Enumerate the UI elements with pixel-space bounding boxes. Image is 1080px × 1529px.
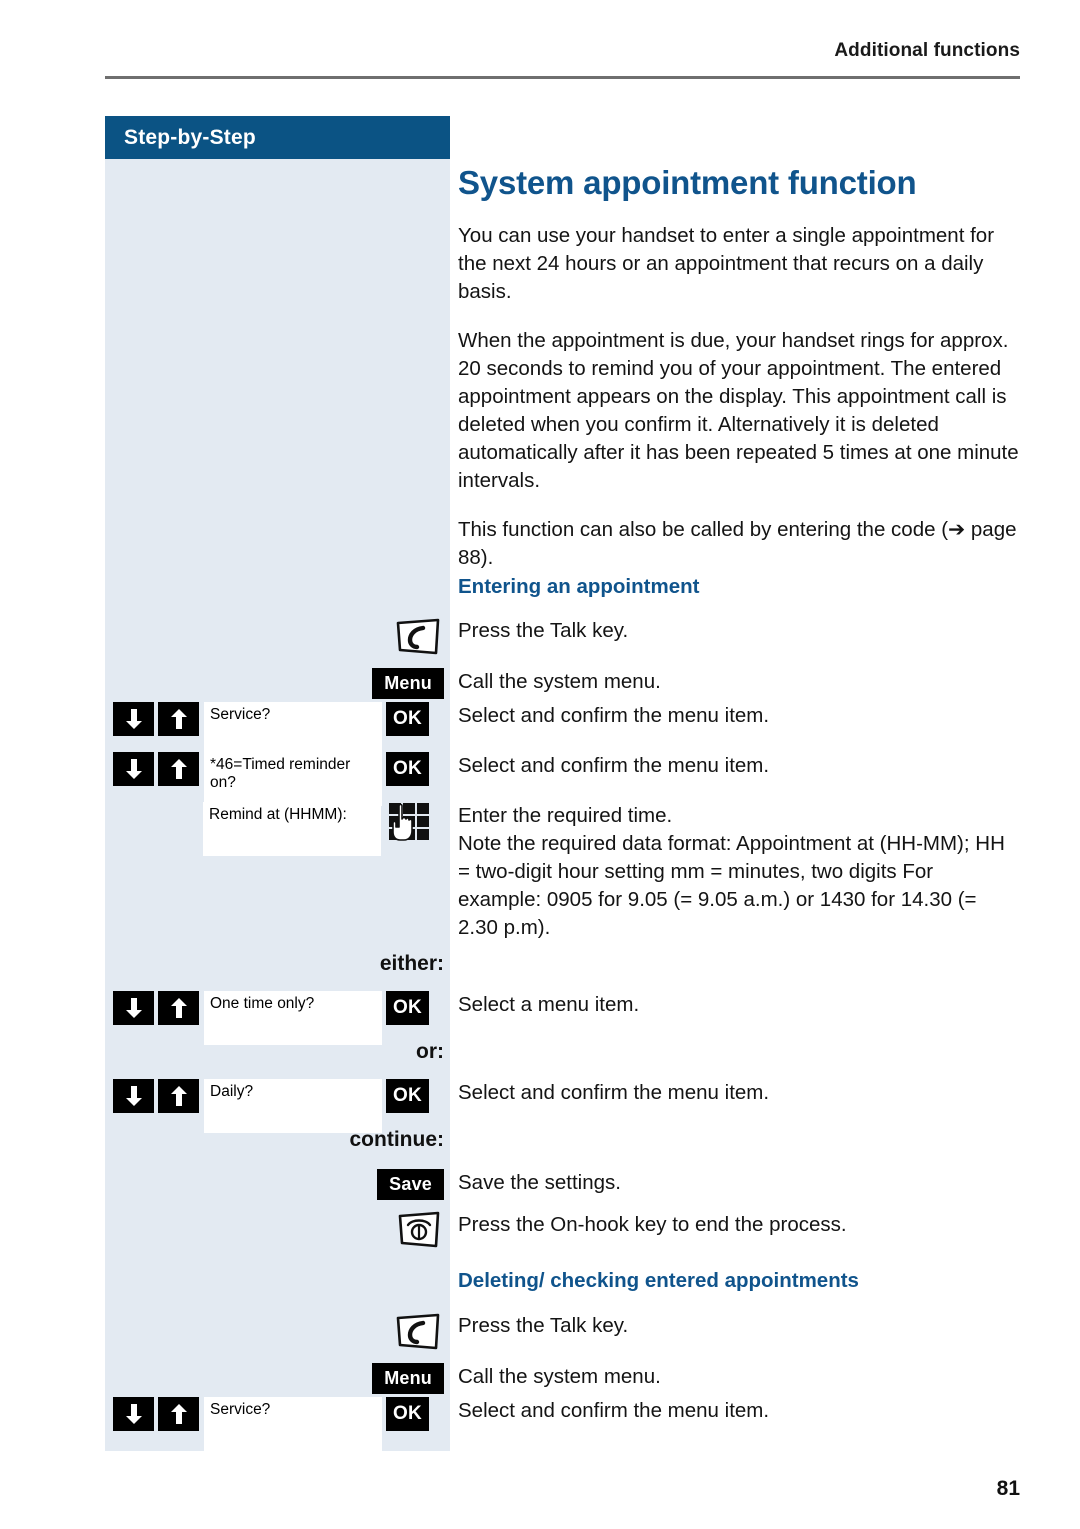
menu-step-service-2: Service? OK: [113, 1397, 429, 1451]
step-onhook-description: Press the On-hook key to end the process…: [458, 1213, 847, 1236]
menu-softkey[interactable]: Menu: [372, 668, 444, 699]
section-heading-entering: Entering an appointment: [458, 575, 700, 598]
arrow-down-icon[interactable]: [113, 991, 154, 1025]
step-daily-row: Daily? OK Select and confirm the menu it…: [105, 1079, 1020, 1133]
arrow-up-icon[interactable]: [158, 1397, 199, 1431]
step-menu-description: Call the system menu.: [458, 670, 661, 693]
step-daily-description: Select and confirm the menu item.: [458, 1081, 770, 1104]
step-service-description: Select and confirm the menu item.: [458, 704, 770, 727]
talk-key-icon[interactable]: [392, 617, 444, 662]
handset-display-timed-reminder: *46=Timed reminder on?: [204, 752, 382, 806]
arrow-up-icon[interactable]: [158, 752, 199, 786]
step-talk-row: Press the Talk key.: [105, 617, 1020, 655]
handset-display-daily: Daily?: [204, 1079, 382, 1133]
step-remind-at-note: Note the required data format: Appointme…: [458, 832, 1005, 940]
step-talk-description-2: Press the Talk key.: [458, 1314, 629, 1337]
ok-wrap: OK: [386, 1079, 429, 1113]
page-title: System appointment function: [458, 164, 917, 201]
step-remind-at-instruction: Enter the required time.: [458, 804, 673, 827]
step-onhook-row: Press the On-hook key to end the process…: [105, 1211, 1020, 1248]
handset-display-service: Service?: [204, 702, 382, 756]
continue-label: continue:: [349, 1128, 445, 1151]
arrow-down-icon[interactable]: [113, 1397, 154, 1431]
menu-softkey[interactable]: Menu: [372, 1363, 444, 1394]
ok-softkey[interactable]: OK: [386, 702, 429, 736]
ok-wrap: OK: [386, 702, 429, 736]
step-save-description: Save the settings.: [458, 1171, 621, 1194]
step-timed-reminder-row: *46=Timed reminder on? OK Select and con…: [105, 752, 1020, 806]
talk-key-icon[interactable]: [392, 1312, 444, 1357]
arrow-down-icon[interactable]: [113, 752, 154, 786]
section-heading-deleting-row: Deleting/ checking entered appointments: [105, 1267, 1020, 1295]
step-menu-row-2: Menu Call the system menu.: [105, 1363, 1020, 1394]
handset-display-one-time: One time only?: [204, 991, 382, 1045]
ok-softkey[interactable]: OK: [386, 1079, 429, 1113]
step-remind-at-row: Remind at (HHMM): Enter the required tim…: [105, 802, 1020, 942]
header-rule: [105, 76, 1020, 79]
intro-paragraph-2: When the appointment is due, your handse…: [458, 328, 1019, 493]
sidebar-title: Step-by-Step: [124, 126, 256, 149]
ok-wrap: OK: [386, 752, 429, 786]
handset-display-service-2: Service?: [204, 1397, 382, 1451]
step-save-row: Save Save the settings.: [105, 1169, 1020, 1200]
page-number: 81: [996, 1477, 1020, 1500]
keypad-icon[interactable]: [387, 802, 433, 851]
intro-paragraph-1: You can use your handset to enter a sing…: [458, 223, 995, 303]
step-one-time-row: One time only? OK Select a menu item.: [105, 991, 1020, 1045]
arrow-up-icon[interactable]: [158, 1079, 199, 1113]
step-timed-reminder-description: Select and confirm the menu item.: [458, 754, 770, 777]
handset-display-remind-at: Remind at (HHMM):: [203, 802, 381, 856]
menu-step-daily: Daily? OK: [113, 1079, 429, 1133]
ok-softkey[interactable]: OK: [386, 991, 429, 1025]
main-content: System appointment function You can use …: [458, 116, 1020, 573]
arrow-up-icon[interactable]: [158, 702, 199, 736]
step-remind-at-description: Enter the required time. Note the requir…: [450, 802, 1020, 942]
save-softkey[interactable]: Save: [377, 1169, 444, 1200]
ok-softkey[interactable]: OK: [386, 752, 429, 786]
section-heading-deleting: Deleting/ checking entered appointments: [458, 1269, 859, 1292]
keypad-wrap: [387, 802, 433, 851]
ok-wrap: OK: [386, 991, 429, 1025]
either-label: either:: [379, 952, 444, 975]
menu-step-one-time: One time only? OK: [113, 991, 429, 1045]
arrow-down-icon[interactable]: [113, 1079, 154, 1113]
section-heading-entering-row: Entering an appointment: [105, 573, 1020, 601]
step-menu-description-2: Call the system menu.: [458, 1365, 661, 1388]
intro-paragraph-3: This function can also be called by ente…: [458, 518, 1017, 570]
menu-step-service: Service? OK: [113, 702, 429, 756]
step-service-row-2: Service? OK Select and confirm the menu …: [105, 1397, 1020, 1451]
step-talk-row-2: Press the Talk key.: [105, 1312, 1020, 1350]
menu-step-remind-at: Remind at (HHMM):: [203, 802, 433, 856]
or-label: or:: [416, 1040, 444, 1063]
step-service-description-2: Select and confirm the menu item.: [458, 1399, 770, 1422]
menu-step-timed-reminder: *46=Timed reminder on? OK: [113, 752, 429, 806]
running-head: Additional functions: [834, 40, 1020, 61]
ok-wrap: OK: [386, 1397, 429, 1431]
step-talk-description: Press the Talk key.: [458, 619, 629, 642]
arrow-down-icon[interactable]: [113, 702, 154, 736]
step-menu-row: Menu Call the system menu.: [105, 668, 1020, 699]
ok-softkey[interactable]: OK: [386, 1397, 429, 1431]
arrow-up-icon[interactable]: [158, 991, 199, 1025]
step-one-time-description: Select a menu item.: [458, 993, 640, 1016]
step-service-row: Service? OK Select and confirm the menu …: [105, 702, 1020, 756]
on-hook-key-icon[interactable]: [394, 1211, 444, 1256]
